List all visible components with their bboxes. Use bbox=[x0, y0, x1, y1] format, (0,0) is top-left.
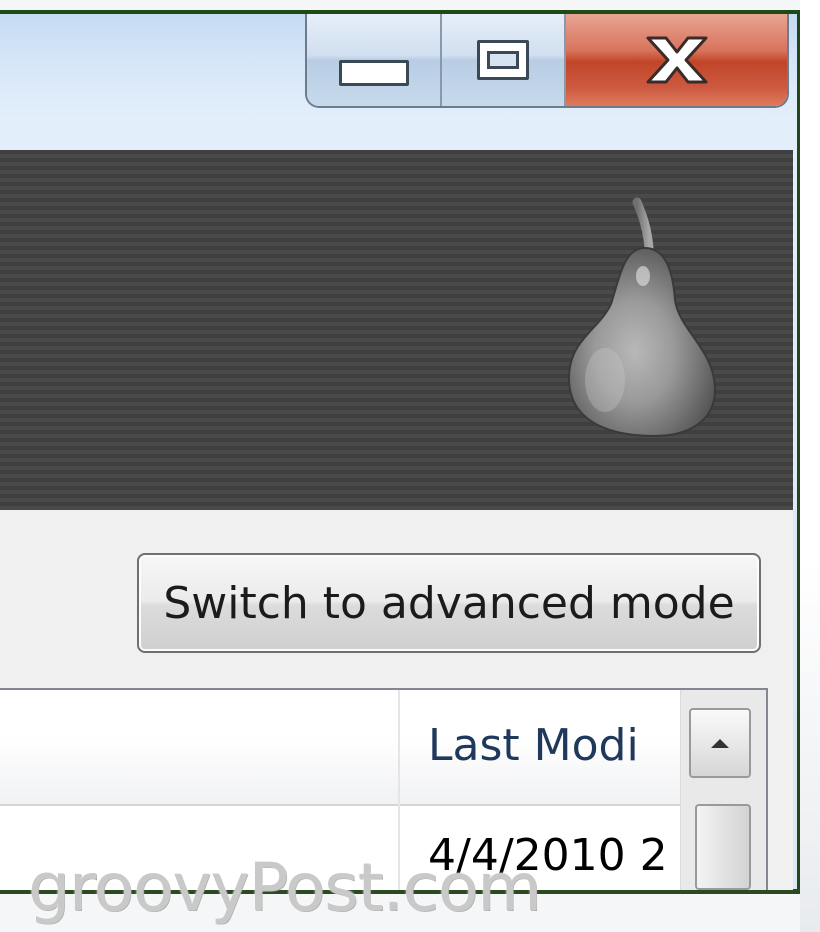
watermark: groovyPost.com bbox=[28, 849, 541, 926]
close-button[interactable] bbox=[566, 14, 787, 106]
vertical-scrollbar[interactable] bbox=[680, 690, 766, 890]
scroll-thumb[interactable] bbox=[695, 804, 751, 890]
close-icon bbox=[640, 34, 714, 86]
header-banner bbox=[0, 150, 793, 510]
maximize-icon bbox=[477, 40, 529, 80]
scroll-up-button[interactable] bbox=[689, 708, 751, 778]
main-content: Switch to advanced mode Last Modi 4/4/20… bbox=[0, 510, 793, 890]
minimize-button[interactable] bbox=[307, 14, 442, 106]
switch-to-advanced-mode-button[interactable]: Switch to advanced mode bbox=[137, 553, 761, 653]
desktop-background bbox=[800, 0, 820, 932]
window-controls bbox=[305, 14, 789, 108]
chevron-up-icon bbox=[711, 739, 729, 748]
list-header: Last Modi bbox=[0, 690, 680, 806]
maximize-button[interactable] bbox=[442, 14, 566, 106]
pear-icon bbox=[567, 197, 717, 438]
minimize-icon bbox=[338, 60, 409, 86]
column-header-last-modified[interactable]: Last Modi bbox=[428, 720, 680, 771]
